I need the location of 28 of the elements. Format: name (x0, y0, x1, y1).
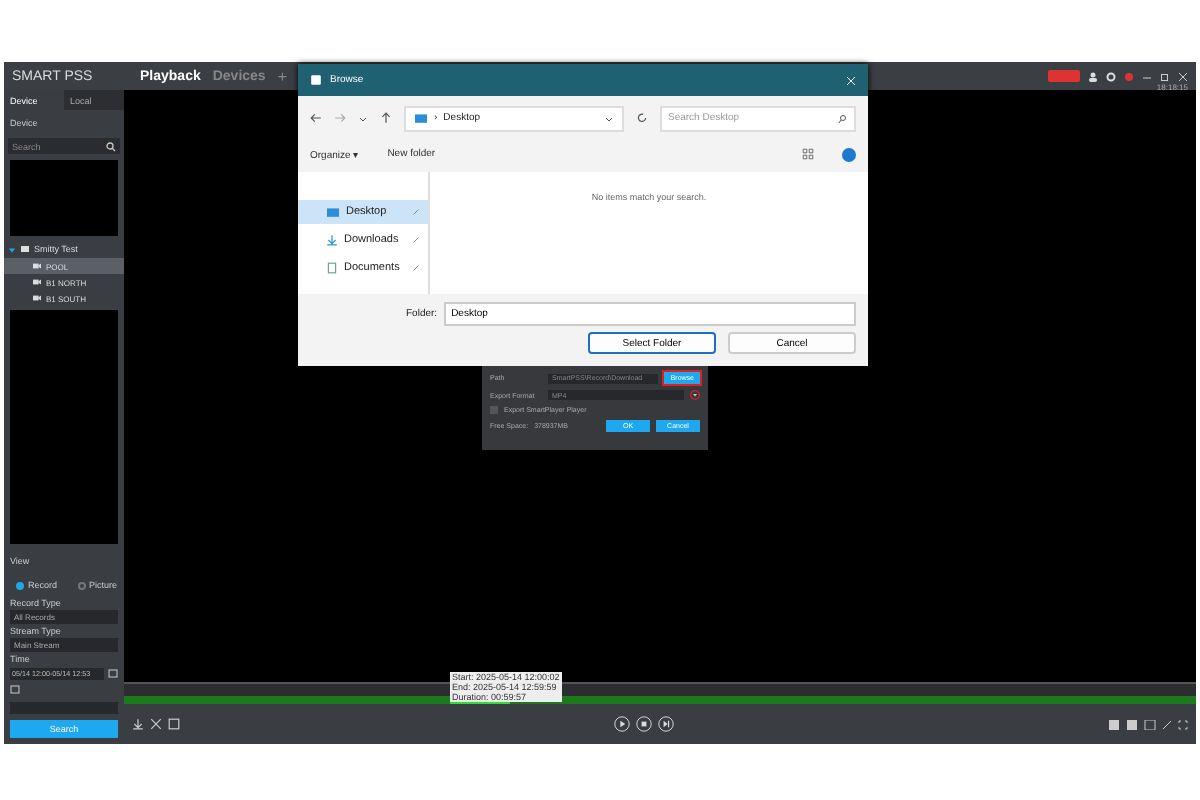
view-icon[interactable] (802, 148, 814, 160)
fullscreen-icon[interactable] (1178, 719, 1188, 729)
download-icon (326, 234, 338, 246)
camera-icon (32, 278, 42, 286)
play-icon[interactable] (614, 716, 630, 732)
device-icon (20, 244, 30, 254)
download-icon[interactable] (132, 718, 144, 730)
search-icon (838, 113, 848, 123)
calendar-icon[interactable] (108, 668, 118, 678)
next-frame-icon[interactable] (658, 716, 674, 732)
dropdown-icon[interactable] (690, 390, 700, 400)
folder-icon (326, 206, 340, 218)
minimize-icon[interactable] (1142, 71, 1152, 81)
person-icon[interactable] (1088, 71, 1098, 81)
close-icon[interactable] (1178, 71, 1188, 81)
document-icon (326, 262, 338, 274)
calendar-icon[interactable] (10, 684, 20, 694)
folder-icon (414, 112, 428, 124)
camera-icon (32, 262, 42, 270)
restore-icon[interactable] (1160, 71, 1170, 81)
back-icon[interactable] (310, 112, 322, 124)
caret-icon[interactable] (8, 245, 16, 253)
search-icon (106, 141, 116, 151)
stop-icon[interactable] (636, 716, 652, 732)
camera-icon (32, 294, 42, 302)
empty-panel (10, 160, 118, 236)
refresh-icon[interactable] (636, 112, 648, 124)
up-icon[interactable] (380, 112, 392, 124)
